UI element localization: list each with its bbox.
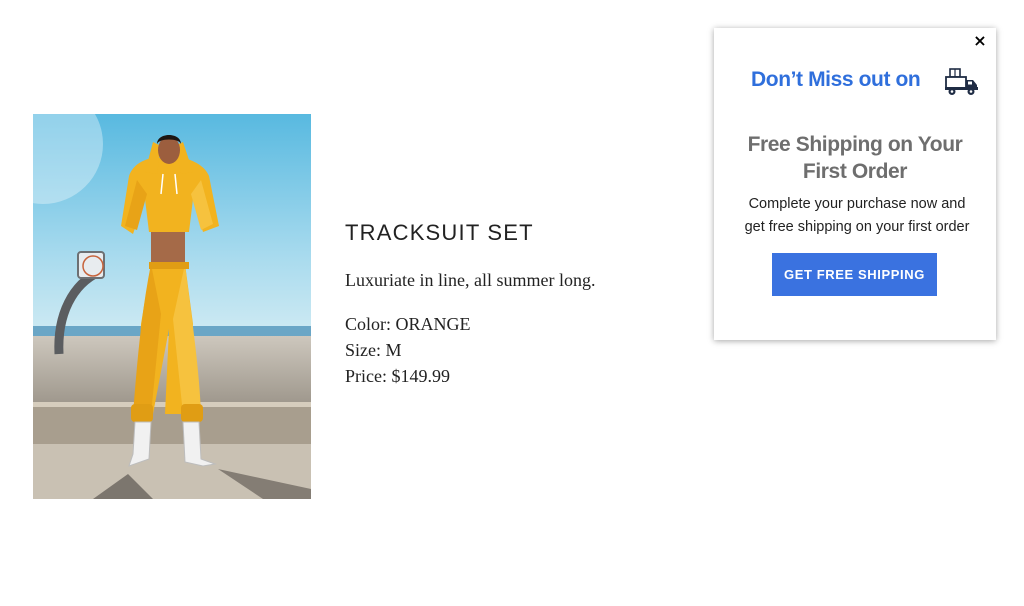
popup-body-line2: get free shipping on your first order (744, 219, 970, 235)
popup-body: Complete your purchase now and get free … (726, 193, 988, 239)
delivery-truck-icon (944, 68, 980, 96)
product-info: TRACKSUIT SET Luxuriate in line, all sum… (345, 220, 675, 389)
popup-body-line1: Complete your purchase now and (748, 196, 966, 212)
popup-subhead: Free Shipping on Your First Order (714, 131, 996, 185)
product-title: TRACKSUIT SET (345, 220, 534, 245)
get-free-shipping-button[interactable]: GET FREE SHIPPING (772, 253, 937, 296)
product-size: Size: M (345, 340, 402, 360)
product-tagline: Luxuriate in line, all summer long. (345, 270, 596, 290)
product-image (33, 114, 311, 499)
close-icon[interactable]: × (972, 32, 988, 50)
product-price: Price: $149.99 (345, 366, 450, 386)
product-color: Color: ORANGE (345, 314, 471, 334)
popup-subhead-line1: Free Shipping on Your (747, 133, 963, 156)
popup-subhead-line2: First Order (802, 160, 908, 183)
free-shipping-popup: × Don’t Miss out on Free Shipping on You… (714, 28, 996, 340)
popup-headline: Don’t Miss out on (751, 68, 921, 91)
